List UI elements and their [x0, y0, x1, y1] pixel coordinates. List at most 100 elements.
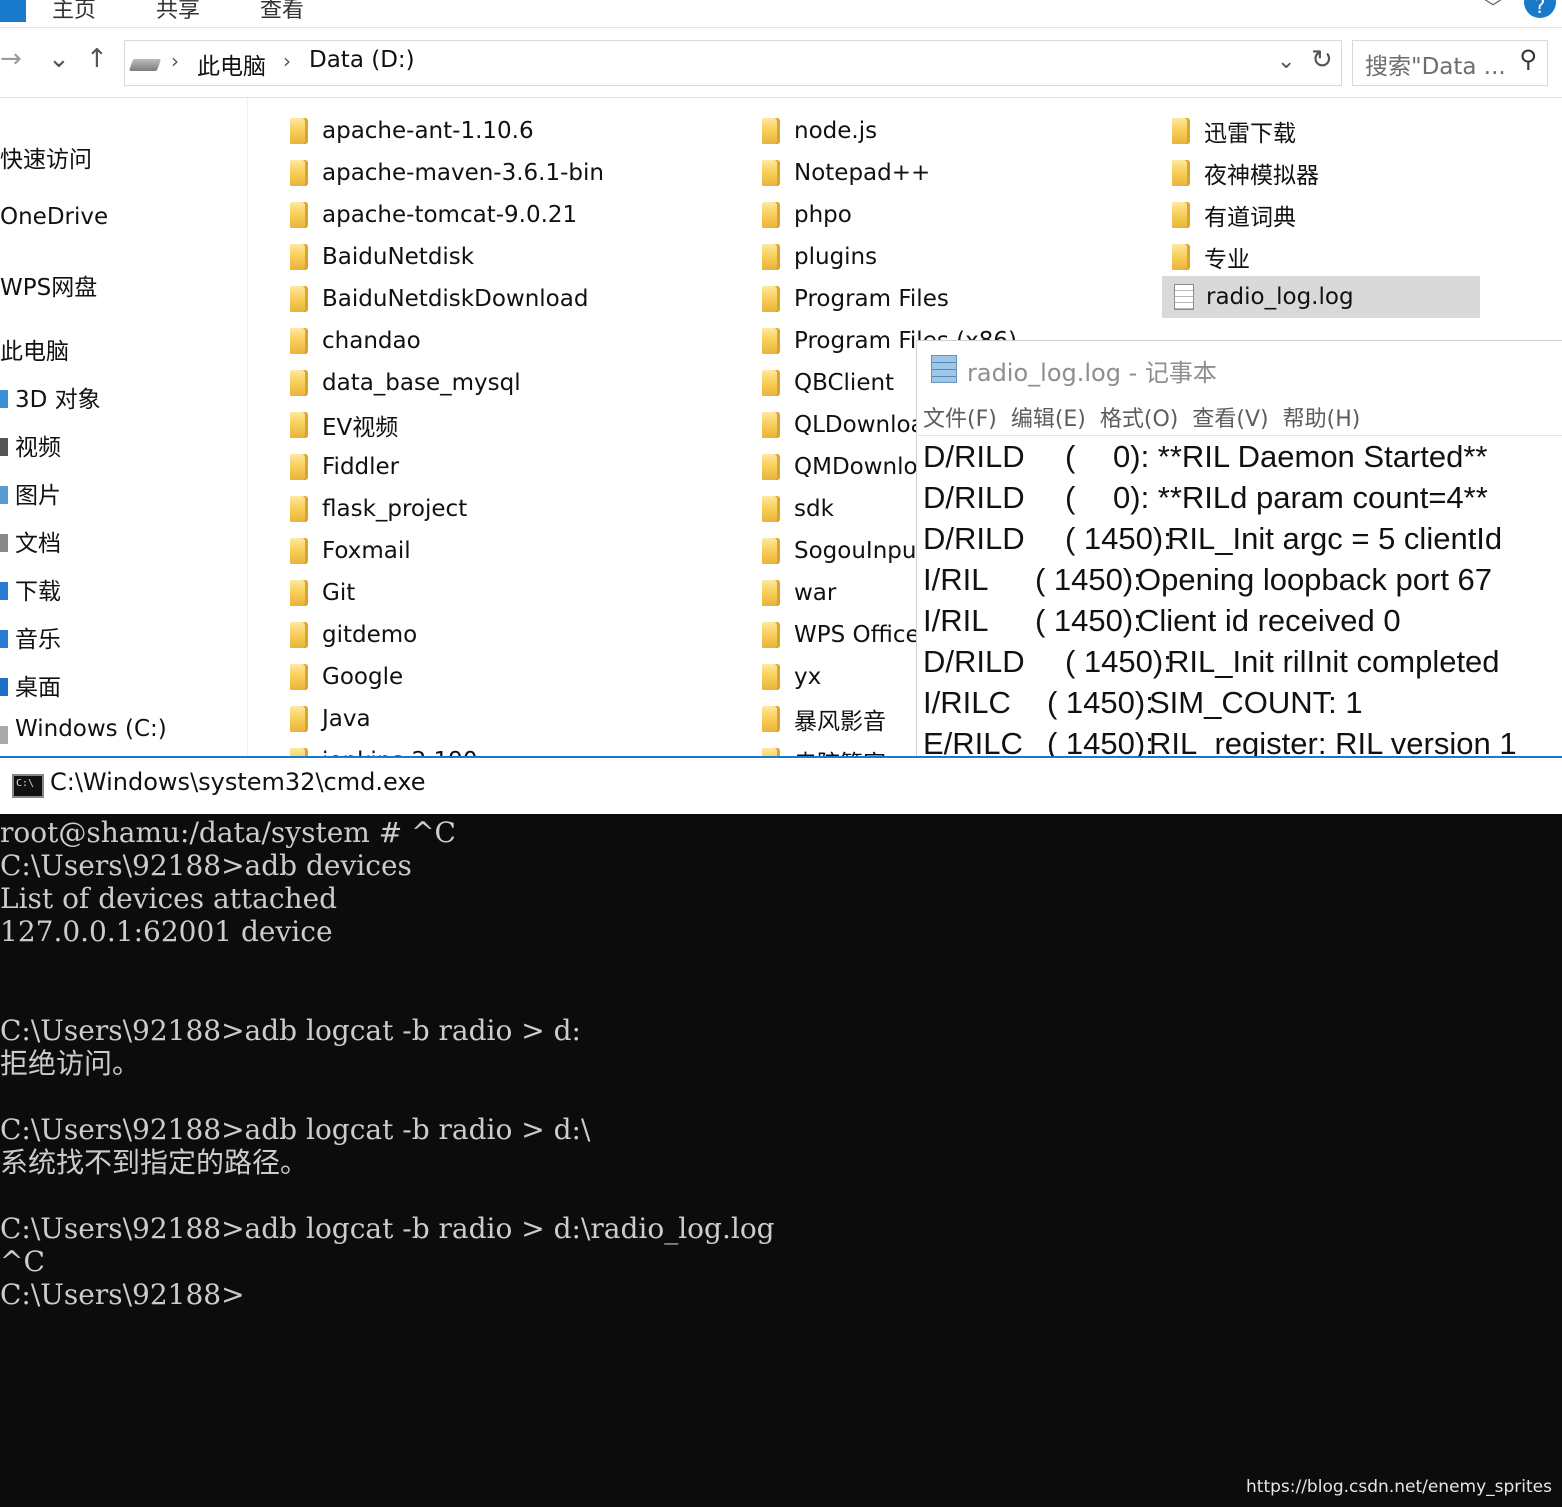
log-line: E/RILC ( 1450): RIL_register: RIL version …	[923, 726, 1562, 756]
folder-item[interactable]: phpo	[762, 194, 1162, 236]
divider	[917, 435, 1562, 436]
breadcrumb-separator-icon: ›	[283, 49, 291, 73]
sidebar-item-wps-drive[interactable]: WPS网盘	[0, 268, 97, 302]
folder-item[interactable]: Notepad++	[762, 152, 1162, 194]
folder-item[interactable]: chandao	[290, 320, 750, 362]
file-tab[interactable]	[0, 0, 26, 22]
folder-item[interactable]: Java	[290, 698, 750, 740]
up-arrow-icon[interactable]: ↑	[86, 44, 108, 74]
log-message: RIL_Init argc = 5 clientId	[1167, 521, 1503, 556]
file-item-selected[interactable]: radio_log.log	[1162, 276, 1480, 318]
chevron-down-icon[interactable]: ﹀	[1484, 0, 1502, 20]
search-box[interactable]: 搜索"Data ... ⚲	[1352, 40, 1548, 86]
address-dropdown-icon[interactable]: ⌄	[1277, 49, 1295, 74]
folder-name: SogouInput	[794, 538, 926, 564]
search-icon[interactable]: ⚲	[1519, 45, 1537, 73]
console-output[interactable]: root@shamu:/data/system # ^C C:\Users\921…	[0, 816, 1562, 1311]
address-bar[interactable]: › 此电脑 › Data (D:) ⌄ ↻	[124, 40, 1342, 86]
refresh-icon[interactable]: ↻	[1311, 45, 1333, 75]
folder-icon	[762, 370, 780, 396]
breadcrumb-data-drive[interactable]: Data (D:)	[309, 47, 415, 73]
menu-edit[interactable]: 编辑(E)	[1011, 401, 1086, 435]
folder-name: QBClient	[794, 370, 895, 396]
cmd-titlebar: C:\ C:\Windows\system32\cmd.exe	[0, 758, 1562, 814]
tab-share[interactable]: 共享	[156, 0, 200, 24]
folder-item[interactable]: 夜神模拟器	[1172, 152, 1492, 194]
folder-item[interactable]: flask_project	[290, 488, 750, 530]
cmd-window: C:\ C:\Windows\system32\cmd.exe root@sha…	[0, 756, 1562, 1507]
forward-arrow-icon[interactable]: →	[0, 44, 22, 74]
search-placeholder[interactable]: 搜索"Data ...	[1365, 47, 1506, 81]
tab-home[interactable]: 主页	[52, 0, 96, 24]
folder-item[interactable]: BaiduNetdisk	[290, 236, 750, 278]
folder-item[interactable]: data_base_mysql	[290, 362, 750, 404]
folder-item[interactable]: plugins	[762, 236, 1162, 278]
sidebar-item-pictures[interactable]: 图片	[15, 476, 61, 510]
folder-name: Program Files	[794, 286, 949, 312]
sidebar-item-videos[interactable]: 视频	[15, 428, 61, 462]
breadcrumb-this-pc[interactable]: 此电脑	[197, 47, 266, 81]
folder-icon	[290, 664, 308, 690]
cmd-icon: C:\	[12, 774, 44, 798]
log-line: I/RIL ( 1450): Client id received 0	[923, 603, 1562, 644]
folder-icon	[1172, 118, 1190, 144]
folder-item[interactable]: Google	[290, 656, 750, 698]
text-file-icon	[1174, 284, 1194, 310]
notepad-title: radio_log.log - 记事本	[967, 359, 1217, 387]
tab-view[interactable]: 查看	[260, 0, 304, 24]
sidebar-item-3d-objects[interactable]: 3D 对象	[15, 380, 101, 414]
folder-item[interactable]: jenkins-2.190	[290, 740, 750, 756]
folder-name: WPS Office	[794, 622, 920, 648]
console-line: ^C	[0, 1245, 45, 1278]
folder-name: 专业	[1204, 247, 1250, 273]
folder-item[interactable]: 迅雷下载	[1172, 110, 1492, 152]
log-pid: ( 1450):	[1047, 685, 1154, 720]
sidebar-item-music[interactable]: 音乐	[15, 620, 61, 654]
sidebar-item-onedrive[interactable]: OneDrive	[0, 204, 108, 230]
folder-item[interactable]: Program Files	[762, 278, 1162, 320]
folder-item[interactable]: BaiduNetdiskDownload	[290, 278, 750, 320]
log-tag: I/RIL	[923, 562, 989, 597]
folder-name: Java	[322, 706, 371, 732]
folder-name: Fiddler	[322, 454, 400, 480]
folder-item[interactable]: node.js	[762, 110, 1162, 152]
folder-icon	[762, 286, 780, 312]
log-pid: ( 1450):	[1035, 603, 1142, 638]
folder-item[interactable]: Fiddler	[290, 446, 750, 488]
log-line: I/RILC ( 1450): SIM_COUNT: 1	[923, 685, 1562, 726]
folder-item[interactable]: gitdemo	[290, 614, 750, 656]
console-line: 127.0.0.1:62001 device	[0, 915, 333, 948]
log-tag: D/RILD	[923, 439, 1025, 474]
folder-icon	[762, 664, 780, 690]
folder-item[interactable]: apache-tomcat-9.0.21	[290, 194, 750, 236]
sidebar-item-this-pc[interactable]: 此电脑	[0, 332, 69, 366]
sidebar-item-quick-access[interactable]: 快速访问	[0, 140, 92, 174]
sidebar-item-windows-c[interactable]: Windows (C:)	[15, 716, 167, 742]
log-pid: ( 1450):	[1047, 726, 1154, 756]
folder-name: plugins	[794, 244, 878, 270]
menu-format[interactable]: 格式(O)	[1100, 401, 1178, 435]
log-pid: (	[1065, 480, 1076, 515]
console-line: 拒绝访问。	[0, 1047, 141, 1080]
help-icon[interactable]: ?	[1524, 0, 1556, 18]
folder-item[interactable]: 有道词典	[1172, 194, 1492, 236]
menu-view[interactable]: 查看(V)	[1192, 401, 1268, 435]
folder-item[interactable]: Foxmail	[290, 530, 750, 572]
menu-help[interactable]: 帮助(H)	[1283, 401, 1361, 435]
folder-icon	[290, 244, 308, 270]
recent-locations-chevron-icon[interactable]: ⌄	[48, 44, 70, 74]
folder-item[interactable]: 专业	[1172, 236, 1492, 278]
folder-icon	[290, 496, 308, 522]
sidebar-item-desktop[interactable]: 桌面	[15, 668, 61, 702]
music-icon	[0, 630, 8, 648]
folder-item[interactable]: EV视频	[290, 404, 750, 446]
folder-item[interactable]: apache-ant-1.10.6	[290, 110, 750, 152]
folder-item[interactable]: apache-maven-3.6.1-bin	[290, 152, 750, 194]
sidebar-item-downloads[interactable]: 下载	[15, 572, 61, 606]
notepad-text-area[interactable]: D/RILD (0): **RIL Daemon Started** D/RILD (…	[923, 439, 1562, 756]
sidebar-item-documents[interactable]: 文档	[15, 524, 61, 558]
folder-item[interactable]: Git	[290, 572, 750, 614]
menu-file[interactable]: 文件(F)	[923, 401, 997, 435]
